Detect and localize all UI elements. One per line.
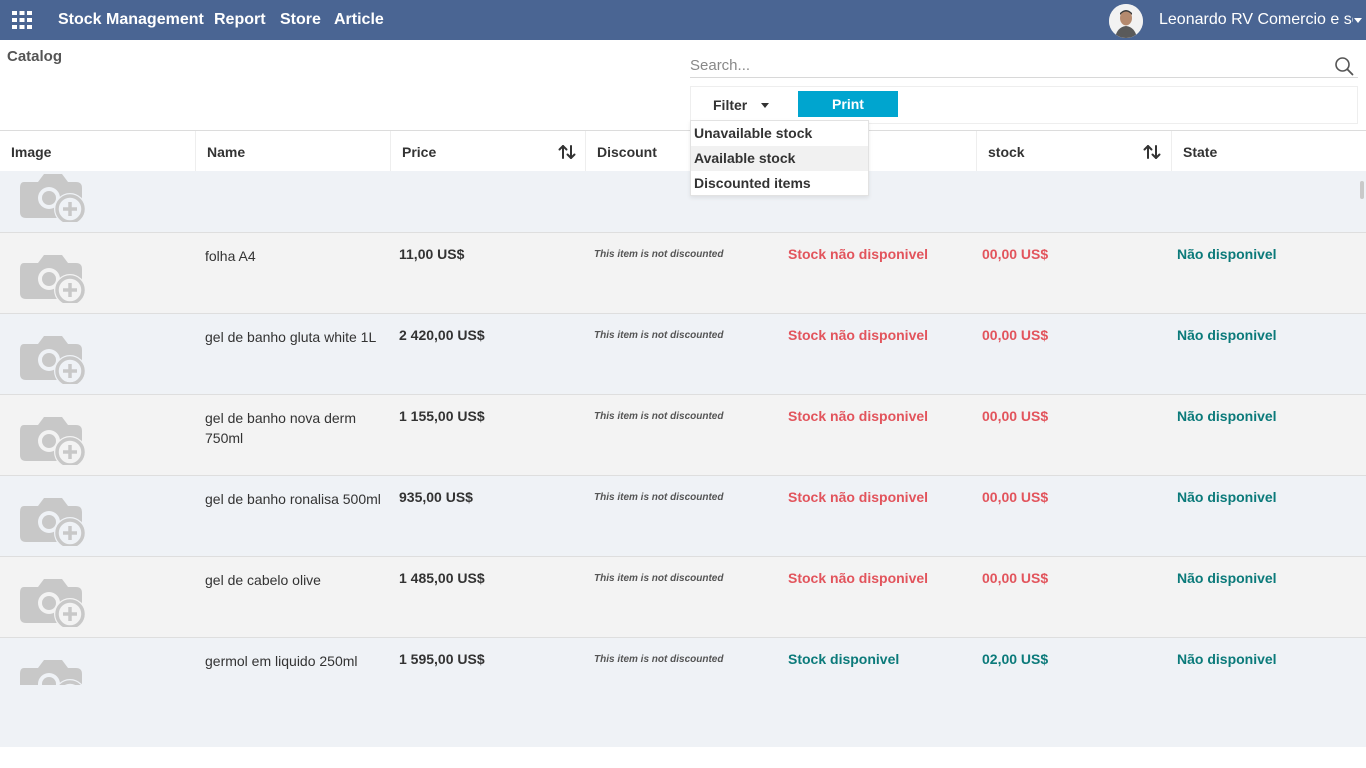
filter-toolbar: Filter Print — [690, 86, 1358, 124]
stock-value: 00,00 US$ — [982, 327, 1049, 343]
product-discount: This item is not discounted — [594, 411, 724, 422]
camera-placeholder-icon — [18, 490, 92, 549]
search-input[interactable] — [690, 54, 1320, 76]
stock-status: Stock não disponivel — [788, 246, 929, 262]
top-navbar: Stock Management Report Store Article Le… — [0, 0, 1366, 40]
stock-value: 00,00 US$ — [982, 408, 1049, 424]
menu-article[interactable]: Article — [334, 0, 384, 40]
product-name: folha A4 — [205, 248, 256, 264]
product-state: Não disponivel — [1177, 651, 1277, 667]
app-brand[interactable]: Stock Management — [58, 0, 204, 40]
filter-caret-icon[interactable] — [761, 103, 769, 108]
search-icon[interactable] — [1334, 56, 1354, 76]
product-discount: This item is not discounted — [594, 330, 724, 341]
column-header-stock[interactable]: stock — [976, 131, 1171, 171]
menu-report[interactable]: Report — [214, 0, 266, 40]
stock-status: Stock não disponivel — [788, 489, 929, 505]
product-price: 11,00 US$ — [399, 246, 465, 262]
stock-value: 00,00 US$ — [982, 570, 1049, 586]
stock-status: Stock não disponivel — [788, 570, 929, 586]
filter-dropdown-menu: Unavailable stock Available stock Discou… — [690, 120, 869, 196]
stock-status: Stock disponivel — [788, 651, 900, 667]
product-discount: This item is not discounted — [594, 654, 724, 665]
camera-placeholder-icon — [18, 328, 92, 387]
product-price: 1 485,00 US$ — [399, 570, 485, 586]
table-row[interactable]: gel de banho ronalisa 500ml 935,00 US$ T… — [0, 476, 1366, 557]
table-header: Image Name Price Discount ck stock State — [0, 130, 1366, 171]
table-row[interactable]: gel de cabelo olive 1 485,00 US$ This it… — [0, 557, 1366, 638]
camera-placeholder-icon — [18, 571, 92, 630]
product-discount: This item is not discounted — [594, 573, 724, 584]
stock-status: Stock não disponivel — [788, 408, 929, 424]
column-header-name[interactable]: Name — [195, 131, 390, 171]
column-header-price[interactable]: Price — [390, 131, 585, 171]
product-name: gel de banho nova derm 750ml — [205, 410, 356, 446]
product-price: 1 155,00 US$ — [399, 408, 485, 424]
user-menu-caret-icon[interactable] — [1354, 18, 1362, 23]
filter-option-available[interactable]: Available stock — [691, 146, 868, 171]
product-state: Não disponivel — [1177, 246, 1277, 262]
camera-placeholder-icon — [18, 409, 92, 468]
print-button[interactable]: Print — [798, 91, 898, 117]
stock-value: 00,00 US$ — [982, 489, 1049, 505]
filter-button[interactable]: Filter — [713, 97, 747, 113]
product-name: germol em liquido 250ml — [205, 653, 358, 669]
product-name: gel de cabelo olive — [205, 572, 321, 588]
page-title: Catalog — [7, 48, 63, 65]
camera-placeholder-icon — [18, 171, 92, 225]
camera-placeholder-icon — [18, 247, 92, 306]
product-name: gel de banho ronalisa 500ml — [205, 491, 381, 507]
product-state: Não disponivel — [1177, 570, 1277, 586]
column-header-state[interactable]: State — [1171, 131, 1366, 171]
table-row[interactable]: gel de banho nova derm 750ml 1 155,00 US… — [0, 395, 1366, 476]
sort-stock-icon[interactable] — [1143, 144, 1161, 160]
table-row[interactable]: germol em liquido 250ml 1 595,00 US$ Thi… — [0, 638, 1366, 685]
product-name: gel de banho gluta white 1L — [205, 329, 377, 345]
menu-store[interactable]: Store — [280, 0, 321, 40]
sort-price-icon[interactable] — [558, 144, 576, 160]
filter-option-unavailable[interactable]: Unavailable stock — [691, 121, 868, 146]
table-body: folha A4 11,00 US$ This item is not disc… — [0, 171, 1366, 747]
apps-grid-icon[interactable] — [12, 11, 32, 29]
product-state: Não disponivel — [1177, 489, 1277, 505]
camera-placeholder-icon — [18, 652, 92, 685]
table-row[interactable]: folha A4 11,00 US$ This item is not disc… — [0, 233, 1366, 314]
search-bar — [690, 52, 1358, 78]
filter-option-discounted[interactable]: Discounted items — [691, 171, 868, 196]
product-state: Não disponivel — [1177, 408, 1277, 424]
user-avatar[interactable] — [1109, 4, 1143, 38]
stock-value: 00,00 US$ — [982, 246, 1049, 262]
stock-value: 02,00 US$ — [982, 651, 1049, 667]
product-price: 2 420,00 US$ — [399, 327, 485, 343]
table-row[interactable] — [0, 171, 1366, 233]
stock-status: Stock não disponivel — [788, 327, 929, 343]
product-price: 1 595,00 US$ — [399, 651, 485, 667]
product-discount: This item is not discounted — [594, 249, 724, 260]
user-name[interactable]: Leonardo RV Comercio e se — [1159, 0, 1353, 40]
table-row[interactable]: gel de banho gluta white 1L 2 420,00 US$… — [0, 314, 1366, 395]
column-header-image[interactable]: Image — [0, 131, 195, 171]
product-discount: This item is not discounted — [594, 492, 724, 503]
product-price: 935,00 US$ — [399, 489, 473, 505]
product-state: Não disponivel — [1177, 327, 1277, 343]
scrollbar-thumb[interactable] — [1360, 181, 1364, 199]
